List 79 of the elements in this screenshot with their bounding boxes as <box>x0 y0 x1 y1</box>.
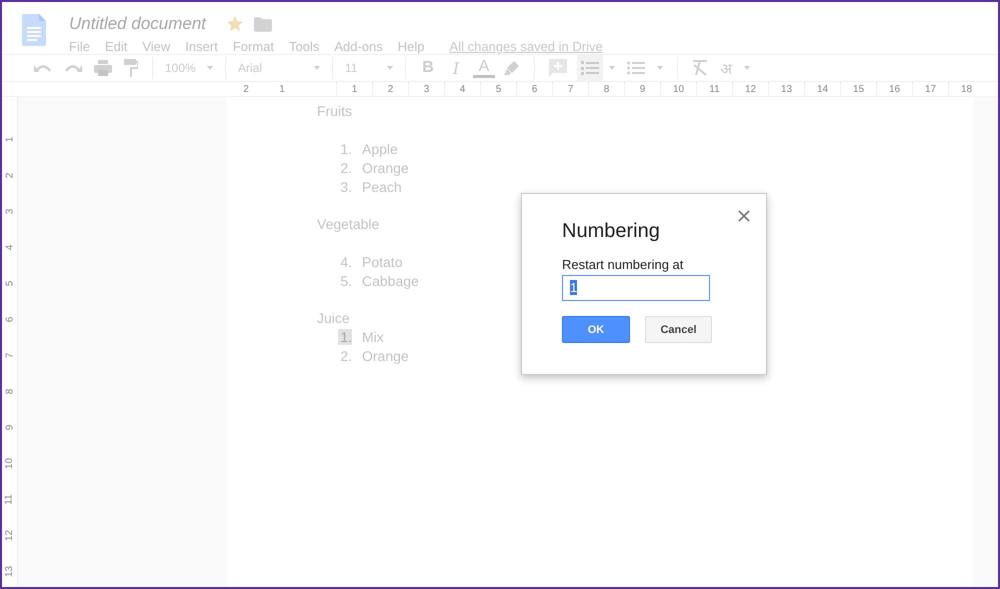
ruler-number: 5 <box>496 84 502 94</box>
list-item-text: Mix <box>362 328 384 345</box>
caret-icon[interactable] <box>744 66 750 70</box>
ruler-number: 10 <box>4 457 15 469</box>
star-icon[interactable] <box>226 15 244 33</box>
print-icon[interactable] <box>94 60 112 76</box>
ruler-number: 13 <box>780 84 792 94</box>
ruler-number: 1 <box>279 84 285 94</box>
list-item-text: Orange <box>362 160 409 176</box>
ruler-number: 9 <box>4 424 15 430</box>
ruler-number: 15 <box>852 84 864 94</box>
ruler-number: 2 <box>388 84 394 94</box>
ruler-number: 18 <box>960 84 972 94</box>
input-field[interactable]: 1 <box>562 275 710 301</box>
list-number: 1. <box>338 328 352 345</box>
list-number: 3. <box>339 178 352 195</box>
bulleted-list-icon[interactable] <box>627 61 645 75</box>
list-item-text: Peach <box>362 178 402 195</box>
list-number: 2. <box>339 348 352 364</box>
list-number: 2. <box>339 160 352 176</box>
heading-text: Vegetable <box>317 216 380 232</box>
ruler-number: 7 <box>4 352 15 358</box>
highlighter-icon[interactable] <box>504 60 520 76</box>
menu-item[interactable]: Insert <box>185 39 218 54</box>
ruler-number: 3 <box>4 208 15 214</box>
menu-item[interactable]: Edit <box>104 39 128 54</box>
ruler-number: 6 <box>4 316 15 322</box>
ruler-number: 4 <box>4 244 15 250</box>
ruler-number: 12 <box>744 84 756 94</box>
ruler-number: 11 <box>4 494 15 504</box>
ruler-number: 8 <box>4 388 15 394</box>
folder-icon[interactable] <box>254 16 272 32</box>
add-comment-icon[interactable] <box>549 59 567 77</box>
ruler-number: 3 <box>424 84 430 94</box>
list-number: 4. <box>339 254 352 270</box>
menu-item[interactable]: File <box>69 39 90 54</box>
list-item-text: Orange <box>362 348 409 364</box>
ruler-number: 12 <box>4 529 15 541</box>
menu-item[interactable]: Tools <box>289 39 320 54</box>
ruler-number: 1 <box>4 136 15 142</box>
numbered-list-icon <box>581 60 599 76</box>
list-item-text: Apple <box>362 140 398 157</box>
list-number: 1. <box>339 140 352 157</box>
document-title[interactable]: Untitled document <box>69 14 206 34</box>
ruler-number: 17 <box>924 84 936 94</box>
paint-roller-icon[interactable] <box>124 59 138 77</box>
ruler-number: 2 <box>243 84 249 94</box>
ruler-number: 13 <box>4 565 15 577</box>
menu-item[interactable]: Format <box>232 39 274 54</box>
ruler-number: 5 <box>4 280 15 286</box>
menu-item[interactable]: Add-ons <box>334 39 383 54</box>
field-label: Restart numbering at <box>562 257 684 272</box>
list-number: 5. <box>339 272 352 289</box>
ruler-number: 4 <box>460 84 466 94</box>
numbered-list-button[interactable] <box>577 55 603 81</box>
ruler-number: 10 <box>672 84 684 94</box>
ruler-number: 6 <box>532 84 538 94</box>
menu-item[interactable]: Help <box>398 39 425 54</box>
caret-icon[interactable] <box>609 66 615 70</box>
clear-formatting-icon[interactable] <box>692 60 708 76</box>
ruler-number: 11 <box>709 84 720 94</box>
document-icon[interactable] <box>22 14 46 46</box>
close-icon[interactable] <box>738 210 750 222</box>
heading-text: Fruits <box>317 103 352 120</box>
ruler-number: 16 <box>888 84 900 94</box>
ruler-number: 2 <box>4 172 15 178</box>
ok-button[interactable]: OK <box>562 316 630 343</box>
ruler-number: 8 <box>604 84 610 94</box>
ruler-number: 1 <box>352 84 358 94</box>
heading-text: Juice <box>317 310 350 326</box>
cancel-button[interactable]: Cancel <box>645 316 712 343</box>
list-item-text: Potato <box>362 254 402 270</box>
dialog-title: Numbering <box>562 220 661 243</box>
menu-item[interactable]: View <box>142 39 170 54</box>
caret-icon[interactable] <box>657 66 663 70</box>
ruler-number: 7 <box>568 84 574 94</box>
ruler-number: 14 <box>816 84 828 94</box>
list-item-text: Cabbage <box>362 272 419 289</box>
ruler-number: 9 <box>640 84 646 94</box>
